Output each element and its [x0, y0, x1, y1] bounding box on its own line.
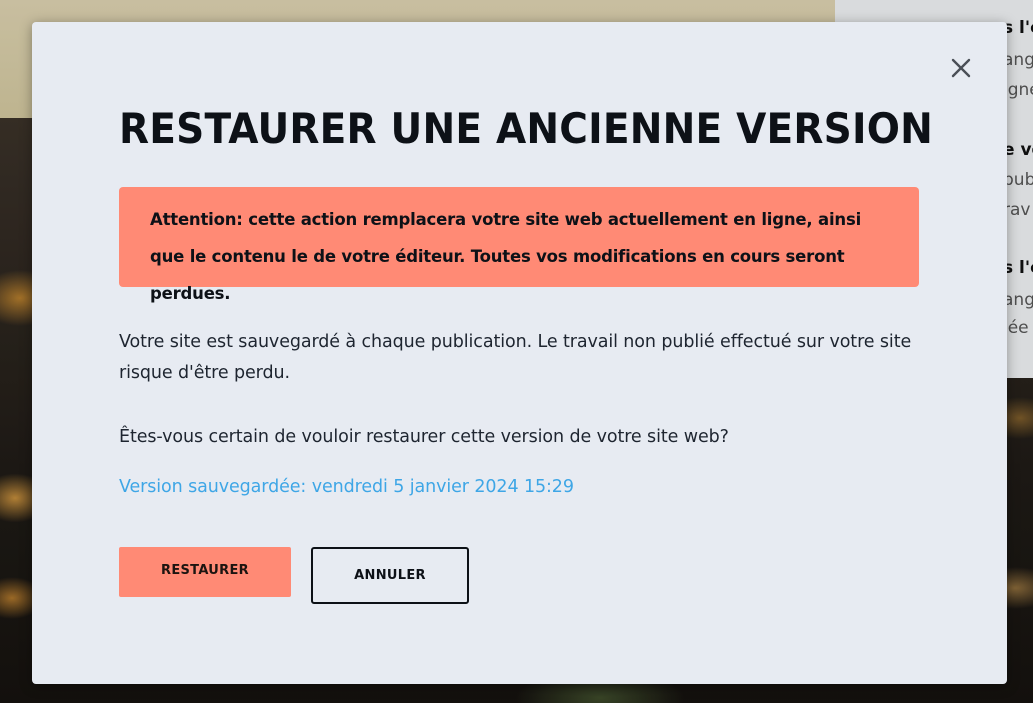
page: s l'é ang igne e ve pub rav s l'é ang ié… [0, 0, 1033, 703]
backup-info-text: Votre site est sauvegardé à chaque publi… [119, 332, 912, 383]
restore-version-dialog: RESTAURER UNE ANCIENNE VERSION Attention… [32, 22, 1007, 684]
restore-button[interactable]: RESTAURER [119, 547, 291, 597]
dialog-title: RESTAURER UNE ANCIENNE VERSION [119, 104, 933, 153]
cancel-button[interactable]: ANNULER [311, 547, 469, 604]
close-icon [951, 58, 971, 78]
warning-text: Attention: cette action remplacera votre… [150, 210, 862, 303]
saved-version-label: Version sauvegardée: vendredi 5 janvier … [119, 477, 574, 497]
close-button[interactable] [948, 55, 974, 81]
warning-banner: Attention: cette action remplacera votre… [119, 187, 919, 303]
confirm-question-text: Êtes-vous certain de vouloir restaurer c… [119, 427, 729, 447]
